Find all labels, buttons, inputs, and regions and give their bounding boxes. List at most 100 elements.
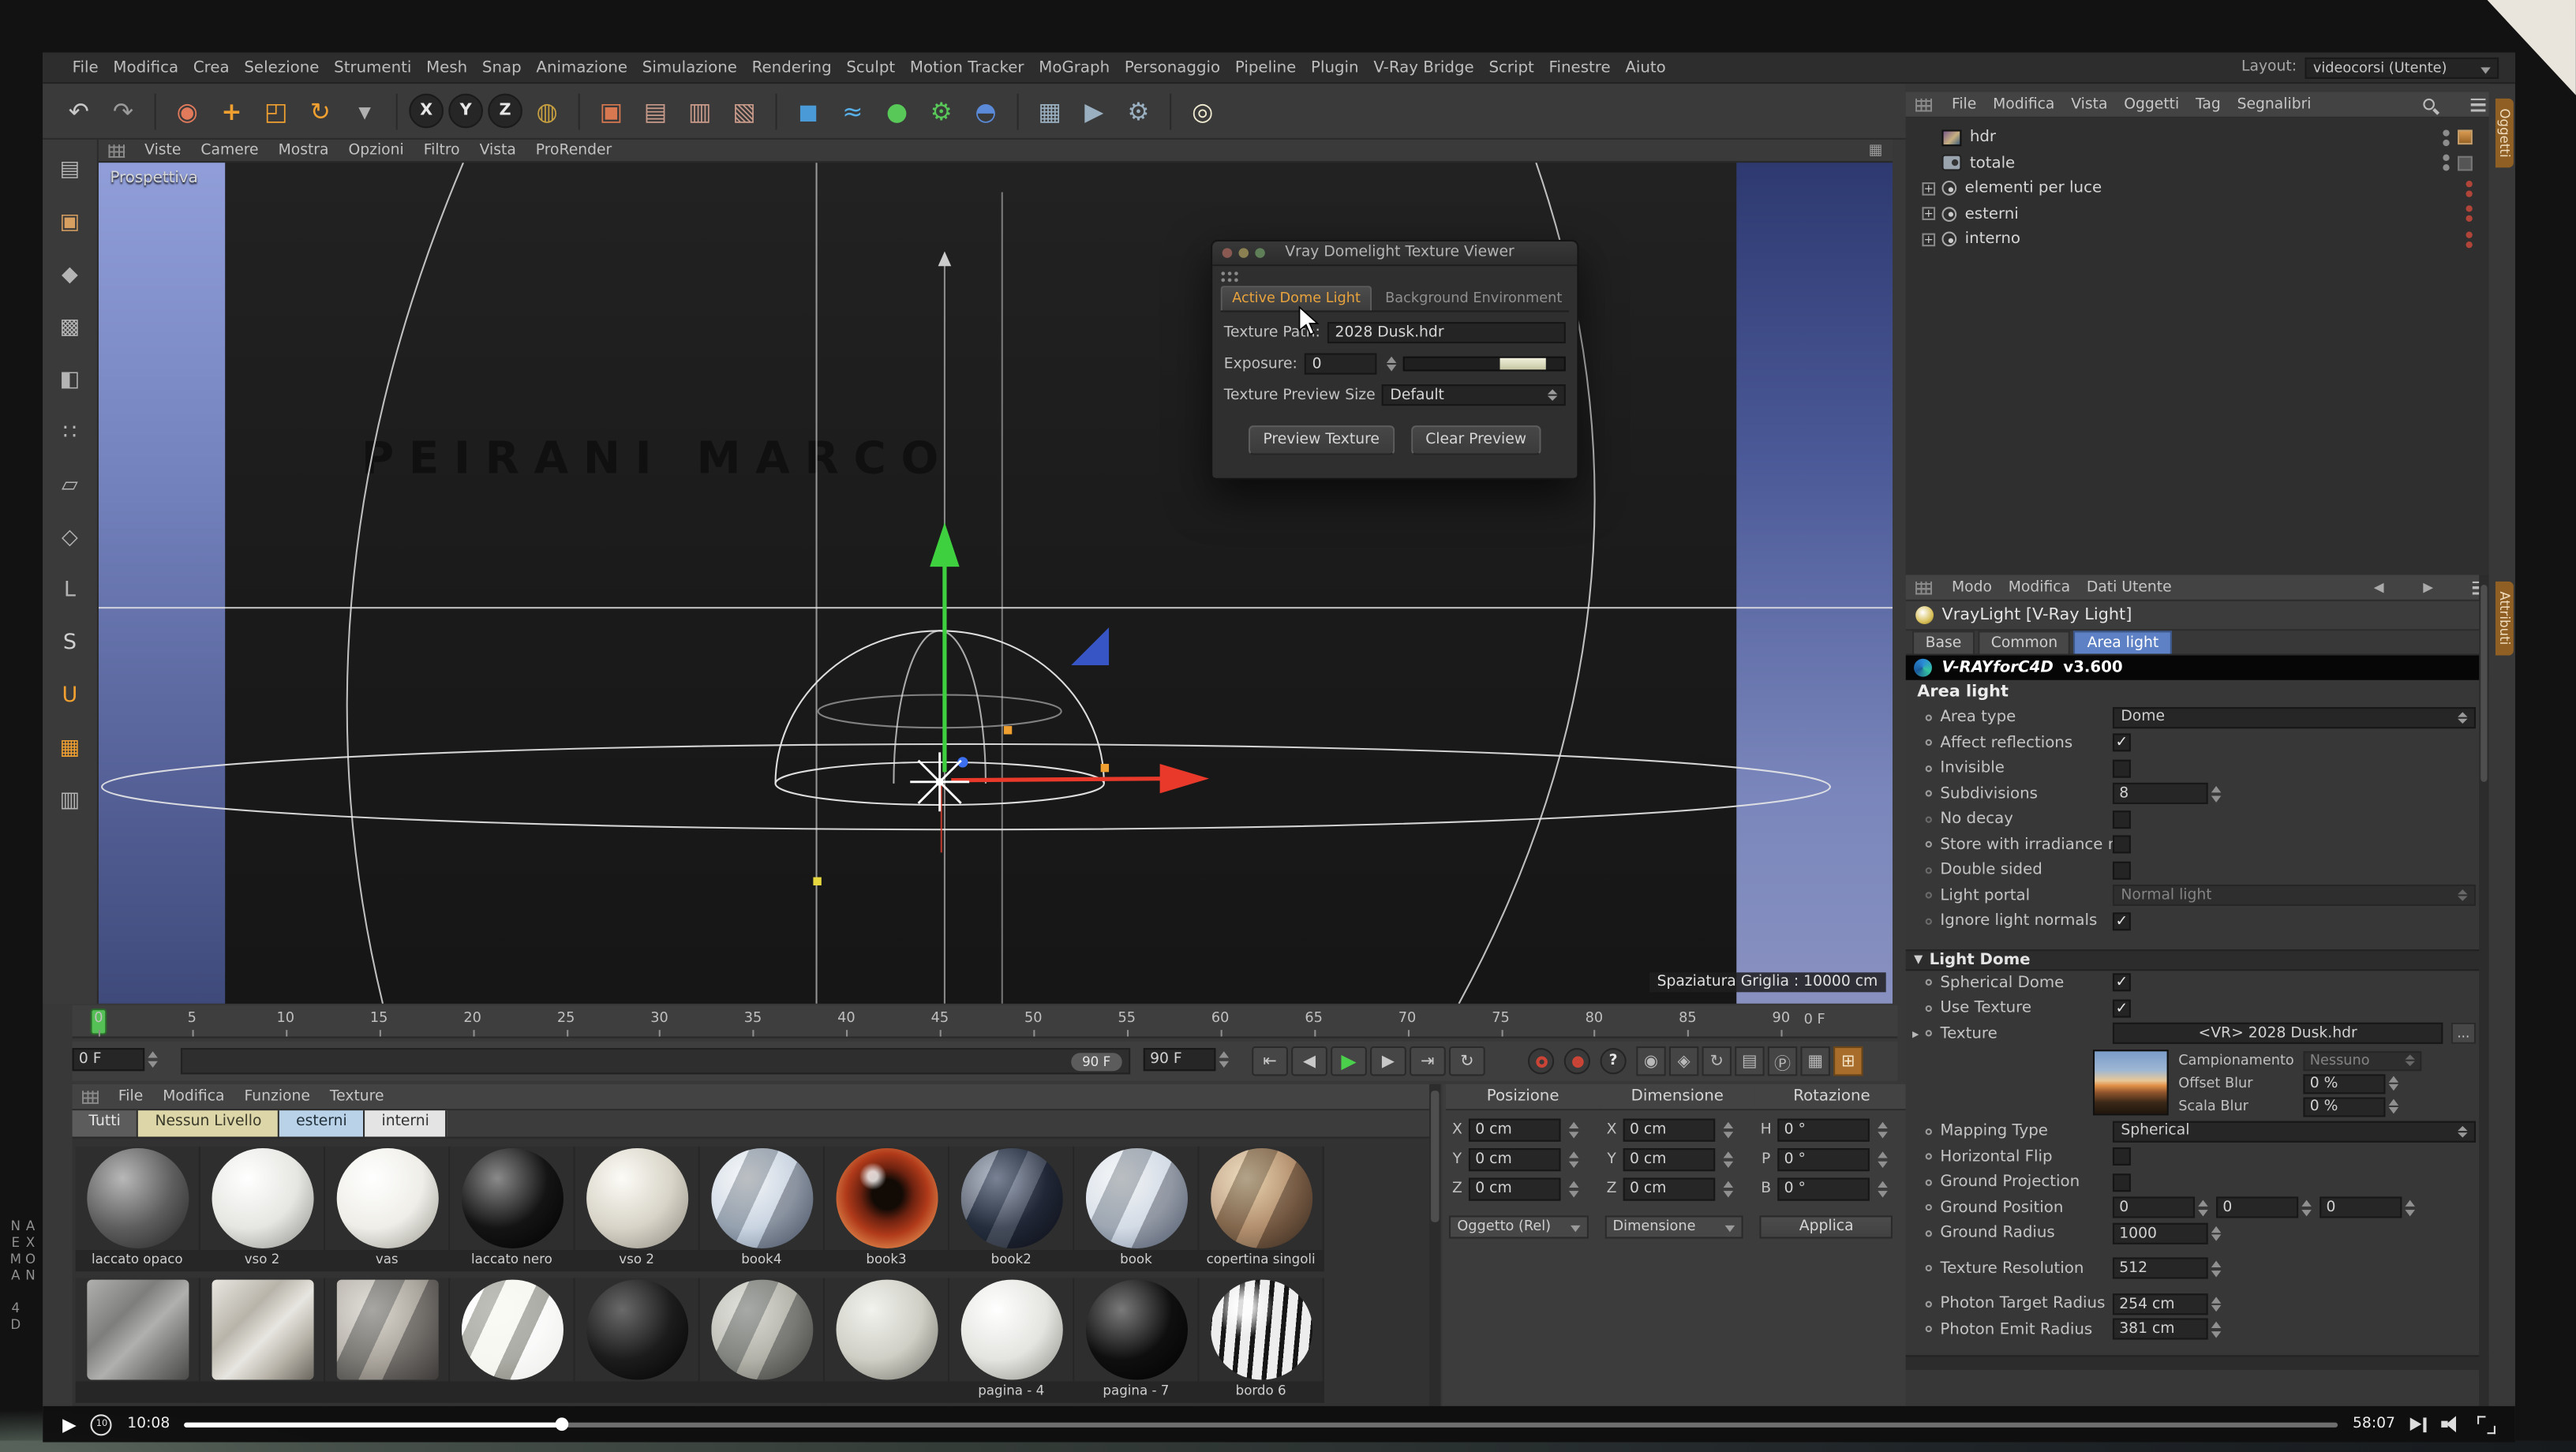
live-selection-icon[interactable]: ◉: [167, 92, 207, 131]
fullscreen-icon[interactable]: [2477, 1415, 2496, 1433]
tab-background-environment[interactable]: Background Environment: [1376, 287, 1572, 310]
menu-motion-tracker[interactable]: Motion Tracker: [910, 58, 1024, 77]
exposure-slider[interactable]: [1402, 357, 1566, 372]
timeline-ruler[interactable]: 0 F 051015202530354045505560657075808590: [73, 1005, 1898, 1038]
visibility-dots[interactable]: [2466, 180, 2472, 196]
invisible-checkbox[interactable]: [2113, 759, 2131, 777]
record-position-icon[interactable]: ◉: [1636, 1046, 1665, 1076]
edge-tab-attributi[interactable]: Attributi: [2496, 582, 2514, 655]
undo-icon[interactable]: ↶: [59, 92, 99, 131]
last-tool-icon[interactable]: ▾: [345, 92, 384, 131]
filter-interni[interactable]: interni: [365, 1110, 447, 1136]
dialog-close-icon[interactable]: [1222, 248, 1232, 257]
photon-emit-radius-field[interactable]: 381 cm: [2113, 1319, 2208, 1340]
filter-tutti[interactable]: Tutti: [73, 1110, 139, 1136]
dialog-titlebar[interactable]: Vray Domelight Texture Viewer: [1212, 241, 1577, 266]
anim-dot[interactable]: [1926, 979, 1932, 986]
size-mode-dropdown[interactable]: Dimensione: [1604, 1215, 1743, 1238]
anim-dot[interactable]: [1926, 714, 1932, 720]
goto-start-button[interactable]: ⇤: [1252, 1046, 1288, 1076]
posizione-x-field[interactable]: 0 cm: [1469, 1119, 1561, 1142]
vp-menu-filtro[interactable]: Filtro: [424, 142, 460, 159]
subdivisions-field[interactable]: 8: [2113, 783, 2208, 804]
texture-mode-icon[interactable]: ▩: [50, 307, 89, 346]
section-light-dome[interactable]: ▼ Light Dome: [1906, 949, 2489, 970]
anim-dot[interactable]: [1926, 1265, 1932, 1271]
workplane-snap-icon[interactable]: ▦: [50, 728, 89, 767]
range-end-bubble[interactable]: 90 F: [1071, 1053, 1122, 1071]
texture-preview-size-dropdown[interactable]: Default: [1382, 384, 1566, 406]
anim-dot[interactable]: [1926, 1128, 1932, 1135]
material-item[interactable]: [825, 1278, 949, 1402]
texture-resolution-field[interactable]: 512: [2113, 1258, 2208, 1279]
material-item[interactable]: vas: [325, 1147, 450, 1271]
modeling-commands-icon[interactable]: ▤: [636, 92, 676, 131]
volume-icon[interactable]: [2441, 1415, 2462, 1433]
record-scale-icon[interactable]: ◈: [1669, 1046, 1698, 1076]
spline-pen-icon[interactable]: ≈: [833, 92, 872, 131]
menu-mesh[interactable]: Mesh: [426, 58, 467, 77]
menu-finestre[interactable]: Finestre: [1549, 58, 1611, 77]
material-item[interactable]: vso 2: [575, 1147, 700, 1271]
material-item[interactable]: [575, 1278, 700, 1402]
am-menu-dati-utente[interactable]: Dati Utente: [2087, 579, 2172, 596]
anim-dot[interactable]: [1926, 1230, 1932, 1237]
menu-script[interactable]: Script: [1488, 58, 1533, 77]
mapping-type-dropdown[interactable]: Spherical: [2113, 1121, 2476, 1142]
render-picture-viewer-icon[interactable]: ▶: [1074, 92, 1114, 131]
light-portal-dropdown[interactable]: Normal light: [2113, 885, 2476, 906]
am-menu-modo[interactable]: Modo: [1952, 579, 1992, 596]
magnet-snap-icon[interactable]: U: [50, 675, 89, 715]
material-item[interactable]: vso 2: [200, 1147, 325, 1271]
exposure-spinner[interactable]: [1386, 356, 1395, 372]
am-menu-modifica[interactable]: Modifica: [2009, 579, 2070, 596]
material-item[interactable]: book2: [949, 1147, 1074, 1271]
mat-menu-texture[interactable]: Texture: [330, 1088, 384, 1105]
render-view-icon[interactable]: ▦: [1030, 92, 1069, 131]
apply-button[interactable]: Applica: [1760, 1215, 1893, 1238]
dialog-zoom-icon[interactable]: [1255, 248, 1264, 257]
posizione-z-field[interactable]: 0 cm: [1469, 1178, 1561, 1201]
anim-dot[interactable]: [1926, 1326, 1932, 1332]
edge-tab-oggetti[interactable]: Oggetti: [2496, 99, 2514, 167]
add-primitive-icon[interactable]: ◼: [788, 92, 828, 131]
history-forward-icon[interactable]: ▶: [2417, 578, 2439, 597]
move-tool-icon[interactable]: +: [212, 92, 252, 131]
quantize-icon[interactable]: ▥: [50, 780, 89, 820]
panel-grip-icon[interactable]: [1915, 98, 1932, 111]
vp-menu-camere[interactable]: Camere: [200, 142, 258, 159]
next-frame-button[interactable]: ▶: [1370, 1046, 1406, 1076]
store-with-irradiance-map-checkbox[interactable]: [2113, 836, 2131, 854]
menu-strumenti[interactable]: Strumenti: [334, 58, 411, 77]
anim-dot[interactable]: [1926, 1154, 1932, 1160]
history-back-icon[interactable]: ◀: [2368, 578, 2391, 597]
affect-reflections-checkbox[interactable]: ✓: [2113, 734, 2131, 752]
filter-nessun-livello[interactable]: Nessun Livello: [139, 1110, 280, 1136]
material-item[interactable]: book: [1074, 1147, 1199, 1271]
make-editable-mode-icon[interactable]: ▣: [50, 202, 89, 241]
dimensione-x-field[interactable]: 0 cm: [1623, 1119, 1716, 1142]
vp-menu-mostra[interactable]: Mostra: [279, 142, 329, 159]
ground-position-field-0[interactable]: 0: [2113, 1197, 2195, 1218]
ground-position-field-1[interactable]: 0: [2216, 1197, 2298, 1218]
next-video-icon[interactable]: [2410, 1416, 2427, 1431]
photon-target-radius-field[interactable]: 254 cm: [2113, 1293, 2208, 1315]
goto-end-button[interactable]: ⇥: [1410, 1046, 1446, 1076]
material-item[interactable]: [200, 1278, 325, 1402]
object-row-esterni[interactable]: +esterni: [1906, 201, 2489, 226]
redo-icon[interactable]: ↷: [103, 92, 143, 131]
rotate-tool-icon[interactable]: ↻: [301, 92, 340, 131]
anim-dot[interactable]: [1926, 1300, 1932, 1307]
vp-menu-opzioni[interactable]: Opzioni: [348, 142, 403, 159]
light-icon[interactable]: ◎: [1183, 92, 1222, 131]
om-menu-file[interactable]: File: [1952, 96, 1976, 113]
scala-blur-field[interactable]: 0 %: [2303, 1096, 2385, 1116]
visibility-dots[interactable]: [2466, 231, 2472, 248]
menu-aiuto[interactable]: Aiuto: [1625, 58, 1665, 77]
edges-mode-icon[interactable]: ▱: [50, 465, 89, 504]
model-mode-icon[interactable]: ◆: [50, 255, 89, 294]
anim-dot[interactable]: [1926, 765, 1932, 772]
layout-select[interactable]: videocorsi (Utente): [2305, 57, 2499, 78]
record-rotation-icon[interactable]: ↻: [1702, 1046, 1732, 1076]
tab-active-dome-light[interactable]: Active Dome Light: [1221, 286, 1372, 310]
